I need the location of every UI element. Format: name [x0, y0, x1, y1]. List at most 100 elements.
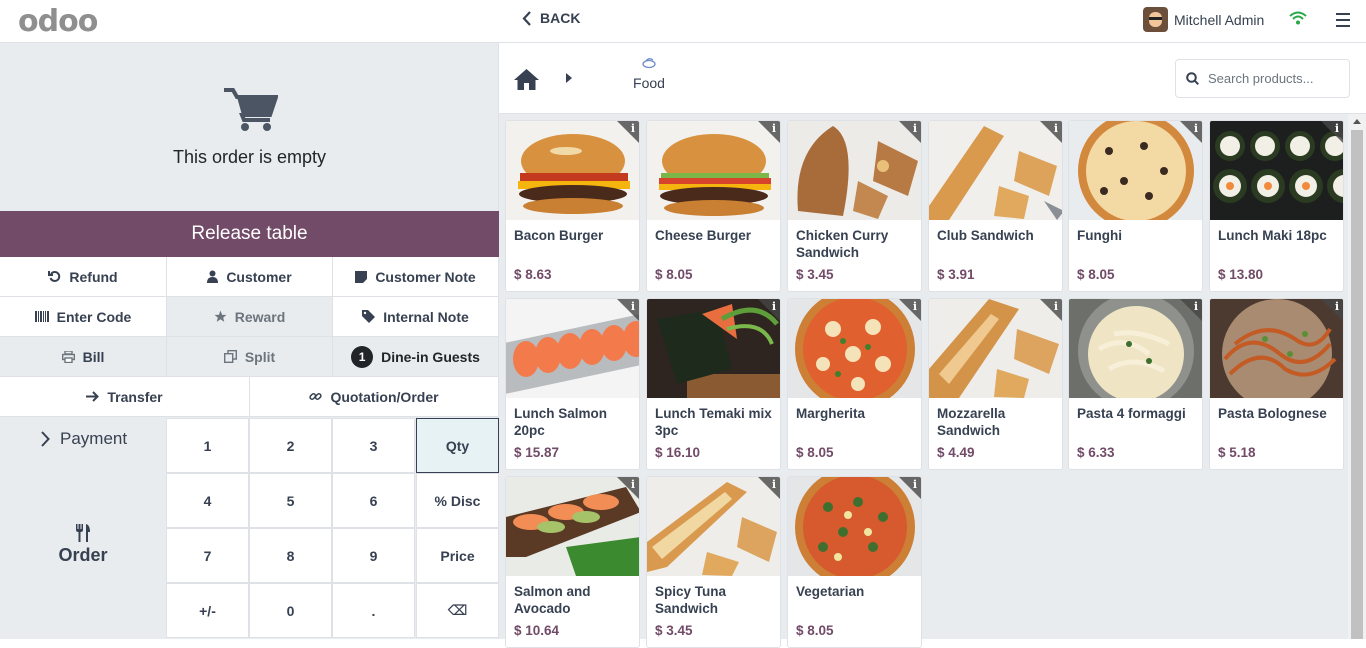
- numpad-key-0[interactable]: 0: [249, 583, 332, 638]
- product-card[interactable]: i Spicy Tuna Sandwich $ 3.45: [646, 476, 781, 648]
- info-icon[interactable]: i: [1054, 122, 1058, 135]
- info-icon[interactable]: i: [631, 478, 635, 491]
- numpad-key-7[interactable]: 7: [166, 528, 249, 583]
- refund-label: Refund: [69, 268, 118, 285]
- numpad-backspace-button[interactable]: ⌫: [416, 583, 499, 638]
- payment-button[interactable]: Payment: [40, 429, 127, 449]
- user-name: Mitchell Admin: [1174, 11, 1265, 28]
- release-table-button[interactable]: Release table: [0, 211, 499, 257]
- numpad-decimal-button[interactable]: .: [332, 583, 415, 638]
- info-icon[interactable]: i: [772, 300, 776, 313]
- info-icon[interactable]: i: [913, 300, 917, 313]
- numpad-key-3[interactable]: 3: [332, 418, 415, 473]
- numpad-key-8[interactable]: 8: [249, 528, 332, 583]
- bill-button[interactable]: Bill: [0, 337, 167, 377]
- internal-note-button[interactable]: Internal Note: [333, 297, 499, 337]
- numpad-key-5[interactable]: 5: [249, 473, 332, 528]
- product-card[interactable]: i Funghi $ 8.05: [1068, 120, 1203, 292]
- sticky-note-icon: [355, 270, 368, 283]
- info-corner: [1040, 121, 1062, 143]
- product-card[interactable]: i Chicken Curry Sandwich $ 3.45: [787, 120, 922, 292]
- refund-button[interactable]: Refund: [0, 257, 167, 297]
- menu-icon[interactable]: [1336, 13, 1350, 31]
- info-icon[interactable]: i: [913, 122, 917, 135]
- product-card[interactable]: i Pasta Bolognese $ 5.18: [1209, 298, 1344, 470]
- product-name: Cheese Burger: [655, 228, 752, 243]
- numpad-key-9[interactable]: 9: [332, 528, 415, 583]
- numpad-key-6[interactable]: 6: [332, 473, 415, 528]
- product-name: Lunch Temaki mix 3pc: [655, 406, 772, 438]
- product-price: $ 15.87: [514, 445, 560, 460]
- info-corner: [1321, 121, 1343, 143]
- customer-button[interactable]: Customer: [167, 257, 333, 297]
- transfer-button[interactable]: Transfer: [0, 377, 250, 417]
- product-name: Lunch Maki 18pc: [1218, 228, 1327, 243]
- product-price: $ 5.18: [1218, 445, 1256, 460]
- enter-code-button[interactable]: Enter Code: [0, 297, 167, 337]
- product-card[interactable]: i Lunch Temaki mix 3pc $ 16.10: [646, 298, 781, 470]
- product-card[interactable]: i Mozzarella Sandwich $ 4.49: [928, 298, 1063, 470]
- reward-button[interactable]: Reward: [167, 297, 333, 337]
- info-icon[interactable]: i: [913, 478, 917, 491]
- category-bar: Food: [499, 43, 1366, 114]
- order-button[interactable]: Order: [40, 524, 126, 566]
- search-box[interactable]: [1175, 59, 1350, 98]
- quotation-order-button[interactable]: Quotation/Order: [250, 377, 499, 417]
- product-card[interactable]: i Bacon Burger $ 8.63: [505, 120, 640, 292]
- info-icon[interactable]: i: [1335, 300, 1339, 313]
- bill-label: Bill: [82, 348, 105, 365]
- product-card[interactable]: i Lunch Salmon 20pc $ 15.87: [505, 298, 640, 470]
- numpad-discount-button[interactable]: % Disc: [416, 473, 499, 528]
- scroll-up-icon[interactable]: [1353, 119, 1361, 124]
- info-corner: [758, 299, 780, 321]
- product-card[interactable]: i Vegetarian $ 8.05: [787, 476, 922, 648]
- wifi-icon[interactable]: [1289, 11, 1307, 25]
- numpad-sign-button[interactable]: +/-: [166, 583, 249, 638]
- product-card[interactable]: i Margherita $ 8.05: [787, 298, 922, 470]
- numpad-key-4[interactable]: 4: [166, 473, 249, 528]
- order-label: Order: [58, 545, 108, 565]
- info-icon[interactable]: i: [772, 122, 776, 135]
- scrollbar-thumb[interactable]: [1351, 130, 1363, 639]
- home-icon[interactable]: [514, 69, 539, 90]
- info-icon[interactable]: i: [631, 122, 635, 135]
- customer-note-button[interactable]: Customer Note: [333, 257, 499, 297]
- chevron-right-icon: [566, 73, 572, 83]
- cutlery-icon: [76, 524, 90, 542]
- split-button[interactable]: Split: [167, 337, 333, 377]
- product-card[interactable]: i Cheese Burger $ 8.05: [646, 120, 781, 292]
- info-icon[interactable]: i: [631, 300, 635, 313]
- product-card[interactable]: i Lunch Maki 18pc $ 13.80: [1209, 120, 1344, 292]
- info-icon[interactable]: i: [772, 478, 776, 491]
- back-button[interactable]: BACK: [522, 10, 580, 26]
- product-card[interactable]: i Club Sandwich $ 3.91: [928, 120, 1063, 292]
- numpad-qty-button[interactable]: Qty: [416, 418, 499, 473]
- search-input[interactable]: [1208, 71, 1338, 86]
- chevron-left-icon: [522, 10, 531, 26]
- product-price: $ 8.05: [796, 445, 834, 460]
- copy-icon: [223, 350, 237, 363]
- user-menu[interactable]: Mitchell Admin: [1143, 7, 1264, 32]
- numpad-key-2[interactable]: 2: [249, 418, 332, 473]
- product-name: Margherita: [796, 406, 866, 421]
- dine-in-guests-button[interactable]: 1 Dine-in Guests: [333, 337, 499, 377]
- info-icon[interactable]: i: [1194, 122, 1198, 135]
- product-name: Chicken Curry Sandwich: [796, 228, 889, 260]
- product-price: $ 8.05: [796, 623, 834, 638]
- search-icon: [1186, 72, 1199, 85]
- product-card[interactable]: i Salmon and Avocado $ 10.64: [505, 476, 640, 648]
- numpad-key-1[interactable]: 1: [166, 418, 249, 473]
- info-icon[interactable]: i: [1335, 122, 1339, 135]
- scrollbar[interactable]: [1348, 114, 1366, 639]
- product-name: Lunch Salmon 20pc: [514, 406, 608, 438]
- product-price: $ 13.80: [1218, 267, 1264, 282]
- info-corner: [617, 477, 639, 499]
- info-icon[interactable]: i: [1054, 300, 1058, 313]
- numpad-price-button[interactable]: Price: [416, 528, 499, 583]
- info-icon[interactable]: i: [1194, 300, 1198, 313]
- product-card[interactable]: i Pasta 4 formaggi $ 6.33: [1068, 298, 1203, 470]
- product-name: Salmon and Avocado: [514, 584, 591, 616]
- category-food[interactable]: Food: [619, 57, 679, 91]
- info-corner: [758, 121, 780, 143]
- top-bar: odoo BACK Mitchell Admin: [0, 0, 1366, 43]
